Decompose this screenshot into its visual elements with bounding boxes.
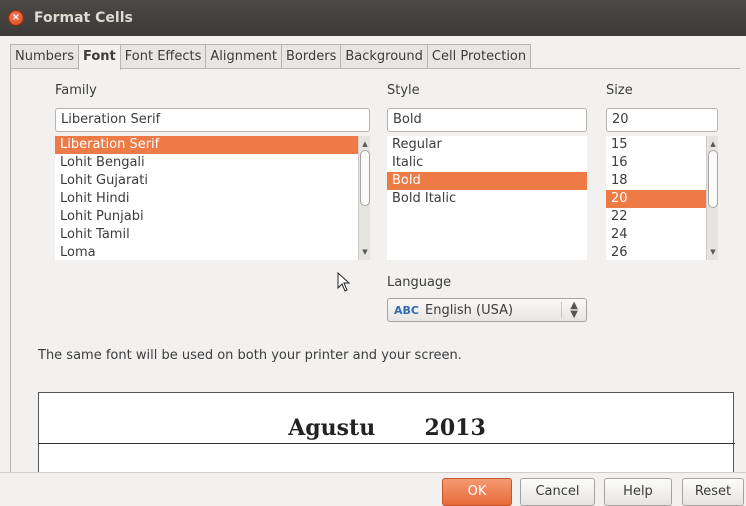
list-item[interactable]: Lohit Punjabi	[55, 208, 370, 226]
list-item[interactable]: 16	[606, 154, 718, 172]
title-bar: × Format Cells	[0, 0, 746, 36]
close-icon[interactable]: ×	[8, 10, 24, 26]
window-title: Format Cells	[34, 10, 133, 26]
scroll-thumb[interactable]	[360, 150, 370, 206]
list-item[interactable]: 22	[606, 208, 718, 226]
family-list[interactable]: Liberation Serif Lohit Bengali Lohit Guj…	[55, 136, 370, 260]
list-item[interactable]: Lohit Hindi	[55, 190, 370, 208]
family-input[interactable]: Liberation Serif	[55, 108, 370, 132]
preview-word: Agustu	[286, 415, 378, 441]
list-item[interactable]: Lohit Tamil	[55, 226, 370, 244]
scroll-down-icon[interactable]: ▼	[359, 246, 370, 258]
divider	[0, 472, 746, 473]
tab-font-effects[interactable]: Font Effects	[119, 44, 207, 69]
spin-arrows-icon[interactable]: ▲ ▼	[570, 301, 578, 320]
reset-button[interactable]: Reset	[682, 478, 744, 506]
divider	[561, 302, 562, 318]
tab-cell-protection[interactable]: Cell Protection	[426, 44, 532, 69]
scroll-up-icon[interactable]: ▲	[359, 138, 370, 150]
style-list[interactable]: Regular Italic Bold Bold Italic	[387, 136, 587, 260]
tab-borders[interactable]: Borders	[281, 44, 342, 69]
preview-baseline	[39, 443, 735, 444]
list-item[interactable]: 26	[606, 244, 718, 260]
language-value: English (USA)	[424, 302, 514, 318]
preview-year: 2013	[422, 415, 488, 441]
list-item[interactable]: Liberation Serif	[55, 136, 370, 154]
list-item[interactable]: Bold	[387, 172, 587, 190]
tab-alignment[interactable]: Alignment	[205, 44, 282, 69]
list-item[interactable]: 18	[606, 172, 718, 190]
list-item[interactable]: 24	[606, 226, 718, 244]
list-item[interactable]: 20	[606, 190, 718, 208]
size-input[interactable]: 20	[606, 108, 718, 132]
family-scrollbar[interactable]: ▲ ▼	[358, 136, 370, 260]
language-select[interactable]: ABC English (USA) ▲ ▼	[387, 298, 587, 322]
style-input[interactable]: Bold	[387, 108, 587, 132]
list-item[interactable]: 15	[606, 136, 718, 154]
list-item[interactable]: Lohit Gujarati	[55, 172, 370, 190]
mouse-cursor-icon	[337, 272, 351, 292]
list-item[interactable]: Bold Italic	[387, 190, 587, 208]
size-list[interactable]: 15 16 18 20 22 24 26 ▲ ▼	[606, 136, 718, 260]
cancel-button[interactable]: Cancel	[520, 478, 595, 506]
preview-text: Agustu 2013	[39, 415, 735, 441]
info-text: The same font will be used on both your …	[38, 348, 462, 363]
family-label: Family	[55, 83, 97, 98]
list-item[interactable]: Italic	[387, 154, 587, 172]
scroll-up-icon[interactable]: ▲	[707, 138, 718, 150]
list-item[interactable]: Lohit Bengali	[55, 154, 370, 172]
help-button[interactable]: Help	[604, 478, 672, 506]
size-scrollbar[interactable]: ▲ ▼	[706, 136, 718, 260]
size-label: Size	[606, 83, 633, 98]
scroll-down-icon[interactable]: ▼	[707, 246, 718, 258]
list-item[interactable]: Loma	[55, 244, 370, 260]
style-label: Style	[387, 83, 420, 98]
ok-button[interactable]: OK	[442, 478, 512, 506]
tab-bar: Numbers Font Font Effects Alignment Bord…	[10, 44, 532, 70]
font-preview: Agustu 2013	[38, 392, 735, 472]
tab-numbers[interactable]: Numbers	[10, 44, 79, 69]
list-item[interactable]: Regular	[387, 136, 587, 154]
tab-font[interactable]: Font	[78, 44, 121, 70]
scroll-thumb[interactable]	[708, 150, 718, 208]
tab-background[interactable]: Background	[340, 44, 428, 69]
spellcheck-icon: ABC	[394, 303, 419, 317]
language-label: Language	[387, 275, 452, 290]
